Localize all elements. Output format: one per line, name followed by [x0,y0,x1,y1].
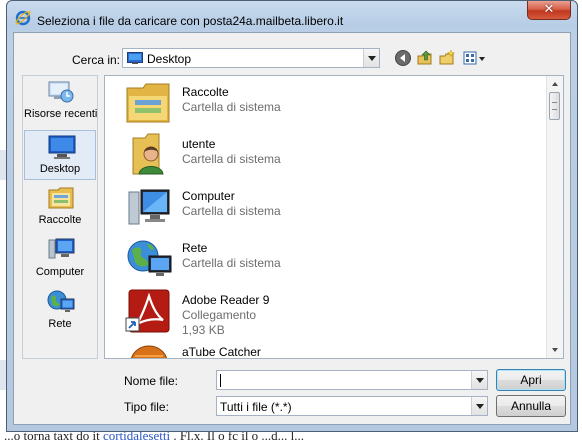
place-label: Raccolte [38,214,82,226]
internet-explorer-icon [15,10,31,26]
list-item[interactable]: Computer Cartella di sistema [105,180,530,232]
file-description: Cartella di sistema [182,152,281,166]
file-name: aTube Catcher [182,345,261,359]
list-item[interactable]: utente Cartella di sistema [105,128,530,180]
scroll-up-icon[interactable] [547,76,563,92]
list-item[interactable]: Rete Cartella di sistema [105,232,530,284]
filename-input[interactable] [216,370,488,390]
close-button[interactable]: ✕ [527,1,571,20]
scroll-down-icon[interactable] [547,342,563,358]
dialog-client-area: Cerca in: Desktop Risorse recenti Deskto… [13,32,571,425]
place-label: Risorse recenti [24,108,98,120]
file-list[interactable]: Raccolte Cartella di sistema utente Cart… [104,75,564,359]
back-icon[interactable] [394,49,412,67]
libraries-icon [126,83,170,123]
file-description: Collegamento [182,308,257,322]
file-name: Rete [182,241,208,255]
lookin-value: Desktop [147,52,192,66]
computer-icon [48,238,75,259]
close-icon: ✕ [543,2,555,17]
lookin-combo[interactable]: Desktop [122,48,380,68]
vertical-scrollbar[interactable] [546,76,563,358]
file-name: utente [182,137,216,151]
dialog-title: Seleziona i file da caricare con posta24… [37,14,344,28]
place-computer[interactable]: Computer [24,234,96,284]
place-label: Desktop [39,163,81,175]
filename-label: Nome file: [124,374,179,388]
text-caret [220,374,221,387]
recent-places-icon [48,81,74,103]
chevron-down-icon[interactable] [471,371,487,389]
place-network[interactable]: Rete [24,286,96,336]
scrollbar-thumb[interactable] [549,92,560,120]
filetype-value: Tutti i file (*.*) [220,400,292,414]
place-recent[interactable]: Risorse recenti [24,76,98,126]
place-label: Computer [35,266,85,278]
file-description: Cartella di sistema [182,100,281,114]
place-desktop[interactable]: Desktop [24,130,96,180]
network-icon [47,290,75,312]
network-icon [127,240,172,276]
place-libraries[interactable]: Raccolte [24,182,96,232]
place-label: Rete [48,318,72,330]
new-folder-icon[interactable] [438,49,456,67]
open-button[interactable]: Apri [496,369,566,391]
chevron-down-icon[interactable] [363,49,379,67]
atube-catcher-icon [131,345,167,358]
file-open-dialog: Seleziona i file da caricare con posta24… [6,0,578,432]
list-item[interactable]: Adobe Reader 9 Collegamento 1,93 KB [105,284,530,337]
lookin-label: Cerca in: [72,53,121,67]
computer-icon [128,189,170,225]
cancel-button[interactable]: Annulla [496,395,566,417]
file-size: 1,93 KB [182,323,225,337]
file-name: Raccolte [182,85,229,99]
adobe-reader-icon [125,289,170,333]
file-description: Cartella di sistema [182,204,281,218]
desktop-icon [127,52,143,64]
file-name: Computer [182,189,235,203]
chevron-down-icon[interactable] [471,397,487,415]
filetype-select[interactable]: Tutti i file (*.*) [216,396,488,416]
view-menu-icon[interactable] [462,49,488,67]
list-item[interactable]: Raccolte Cartella di sistema [105,76,530,128]
filetype-label: Tipo file: [124,400,169,414]
places-bar: Risorse recenti Desktop Raccolte Compute… [22,75,98,359]
file-name: Adobe Reader 9 [182,293,270,307]
libraries-icon [48,187,74,209]
user-folder-icon [132,133,164,175]
title-bar[interactable]: Seleziona i file da caricare con posta24… [7,1,577,31]
desktop-icon [48,135,76,159]
file-description: Cartella di sistema [182,256,281,270]
up-folder-icon[interactable] [416,49,434,67]
list-item[interactable]: aTube Catcher [105,336,530,359]
